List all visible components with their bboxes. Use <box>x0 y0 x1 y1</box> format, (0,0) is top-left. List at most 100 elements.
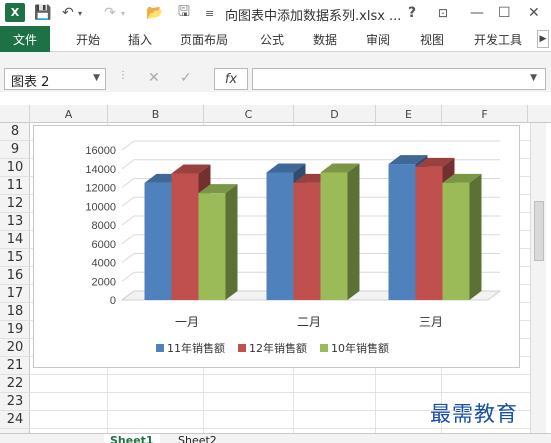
legend-label: 10年销售额 <box>331 341 389 355</box>
tab-insert[interactable]: 插入 <box>128 31 152 48</box>
column-header-a[interactable]: A <box>30 105 108 123</box>
tab-page-layout[interactable]: 页面布局 <box>180 31 228 48</box>
customize-toolbar-icon[interactable]: ≡ <box>205 4 214 22</box>
vertical-scroll-thumb[interactable] <box>534 201 544 261</box>
cancel-entry-icon[interactable]: ✕ <box>148 70 160 86</box>
row-header[interactable]: 9 <box>0 141 30 159</box>
row-header[interactable]: 13 <box>0 213 30 231</box>
row-header[interactable]: 11 <box>0 177 30 195</box>
gridline-side <box>121 196 135 207</box>
legend-swatch <box>238 344 246 352</box>
open-folder-icon[interactable]: 📂 <box>146 4 163 22</box>
ribbon-scroll-right-icon[interactable]: ▶ <box>537 30 549 48</box>
row-header[interactable]: 19 <box>0 321 30 339</box>
sheet-tabs-bar: Sheet1 Sheet2 <box>0 433 551 443</box>
minimize-button[interactable]: — <box>470 4 484 22</box>
chart-object[interactable]: 16000 14000 12000 10000 8000 6000 4000 2000 0 一月 二… <box>33 125 520 368</box>
redo-icon[interactable]: ↷ <box>104 4 116 22</box>
row-header[interactable]: 21 <box>0 357 30 375</box>
bar <box>388 164 416 300</box>
row-header[interactable]: 14 <box>0 231 30 249</box>
bar <box>144 182 172 300</box>
row-header[interactable]: 24 <box>0 411 30 429</box>
bar <box>171 173 199 300</box>
row-header[interactable]: 8 <box>0 123 30 141</box>
row-header[interactable]: 20 <box>0 339 30 357</box>
bar-side <box>469 173 482 300</box>
gridline-side <box>121 215 135 226</box>
close-button[interactable]: ✕ <box>528 4 540 22</box>
column-header-b[interactable]: B <box>108 105 204 123</box>
name-box[interactable]: 图表 2 ▼ <box>4 68 106 90</box>
maximize-button[interactable]: ☐ <box>498 4 511 22</box>
bar <box>415 166 443 300</box>
undo-icon[interactable]: ↶ <box>62 4 74 22</box>
y-tick-label: 16000 <box>85 145 116 157</box>
y-tick-label: 2000 <box>92 276 116 288</box>
row-header[interactable]: 23 <box>0 393 30 411</box>
y-tick-label: 10000 <box>85 201 116 213</box>
undo-dropdown-icon[interactable]: ▾ <box>78 4 82 22</box>
column-header-c[interactable]: C <box>204 105 294 123</box>
column-header-f[interactable]: F <box>442 105 528 123</box>
column-headers: A B C D E F <box>0 105 551 123</box>
legend-swatch <box>320 344 328 352</box>
tab-file[interactable]: 文件 <box>0 26 50 52</box>
bar <box>442 182 470 300</box>
window-title: 向图表中添加数据系列.xlsx ... <box>225 9 402 24</box>
confirm-entry-icon[interactable]: ✓ <box>180 70 192 86</box>
legend-label: 12年销售额 <box>249 341 307 355</box>
tab-formulas[interactable]: 公式 <box>260 31 284 48</box>
chevron-down-icon[interactable]: ▼ <box>93 73 100 83</box>
y-tick-label: 4000 <box>92 258 116 270</box>
insert-function-button[interactable]: fx <box>214 68 248 90</box>
title-bar: X 💾 ↶ ▾ ↷ ▾ 📂 🖫 ≡ 向图表中添加数据系列.xlsx ... ? … <box>0 0 551 26</box>
name-box-value: 图表 2 <box>11 75 50 90</box>
y-tick-label: 14000 <box>85 164 116 176</box>
y-tick-label: 6000 <box>92 239 116 251</box>
ribbon-tabs: 文件 开始 插入 页面布局 公式 数据 审阅 视图 开发工具 ▶ <box>0 26 551 52</box>
print-preview-icon[interactable]: 🖫 <box>178 4 190 22</box>
y-tick-label: 0 <box>110 295 116 307</box>
sheet-tab-sheet2[interactable]: Sheet2 <box>172 434 223 443</box>
x-tick-label: 一月 <box>175 315 199 329</box>
ribbon-display-options-icon[interactable]: ⊡ <box>438 4 448 22</box>
tab-data[interactable]: 数据 <box>313 31 337 48</box>
row-header[interactable]: 10 <box>0 159 30 177</box>
redo-dropdown-icon[interactable]: ▾ <box>121 4 125 22</box>
formula-bar-grip-icon: ⋮ <box>118 70 128 81</box>
bar <box>198 193 226 300</box>
gridline-side <box>121 178 135 188</box>
formula-bar: 图表 2 ▼ ⋮ ✕ ✓ fx ▼ <box>0 52 551 92</box>
gridline-side <box>121 271 135 282</box>
help-button[interactable]: ? <box>408 4 416 22</box>
column-chart: 16000 14000 12000 10000 8000 6000 4000 2000 0 一月 二… <box>85 140 502 355</box>
column-header-e[interactable]: E <box>376 105 442 123</box>
vertical-scrollbar[interactable] <box>530 123 546 433</box>
row-headers: 8 9 10 11 12 13 14 15 16 17 18 19 20 21 22 23 24 <box>0 123 30 433</box>
tab-home[interactable]: 开始 <box>76 31 100 48</box>
tab-review[interactable]: 审阅 <box>366 31 390 48</box>
select-all-corner[interactable] <box>0 105 30 123</box>
gridline-side <box>121 253 135 263</box>
formula-input[interactable]: ▼ <box>252 68 546 90</box>
tab-view[interactable]: 视图 <box>420 31 444 48</box>
row-header[interactable]: 18 <box>0 303 30 321</box>
tab-developer[interactable]: 开发工具 <box>474 31 522 48</box>
x-tick-label: 二月 <box>297 315 321 329</box>
legend-swatch <box>156 344 164 352</box>
save-icon[interactable]: 💾 <box>34 4 51 22</box>
gridline-side <box>121 234 135 245</box>
legend-label: 11年销售额 <box>167 341 225 355</box>
expand-formula-bar-icon[interactable]: ▼ <box>530 73 537 83</box>
row-header[interactable]: 17 <box>0 285 30 303</box>
row-header[interactable]: 12 <box>0 195 30 213</box>
y-tick-label: 12000 <box>85 183 116 195</box>
sheet-tab-sheet1[interactable]: Sheet1 <box>104 434 160 443</box>
bar-side <box>225 184 238 300</box>
row-header[interactable]: 16 <box>0 267 30 285</box>
row-header[interactable]: 22 <box>0 375 30 393</box>
row-header[interactable]: 15 <box>0 249 30 267</box>
gridline-side <box>121 159 135 170</box>
column-header-d[interactable]: D <box>294 105 376 123</box>
